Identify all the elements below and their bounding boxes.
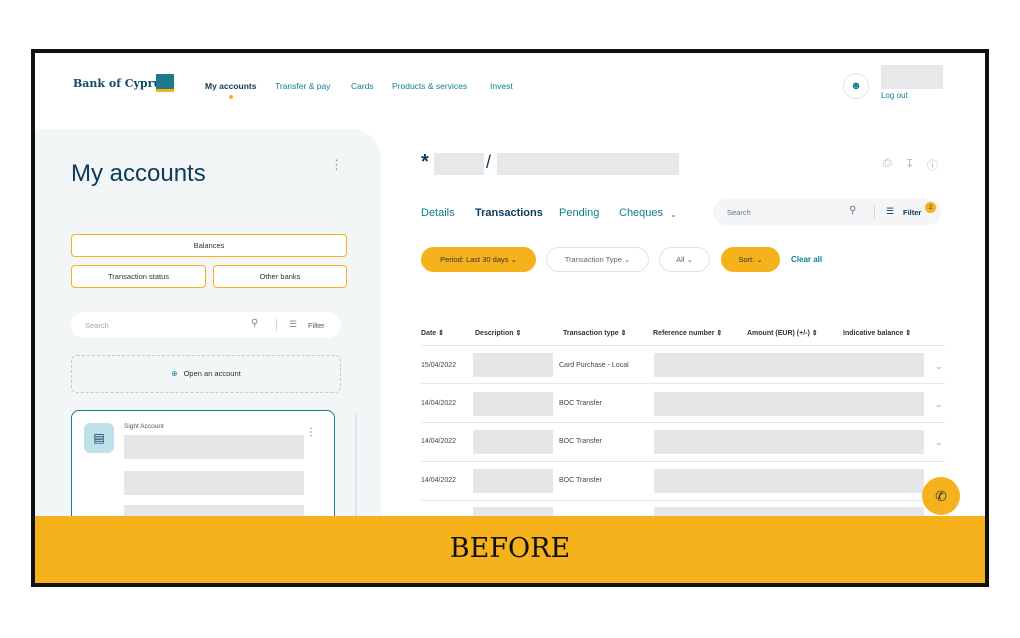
divider xyxy=(276,319,277,331)
before-banner: BEFORE xyxy=(35,516,985,583)
sort-pill[interactable]: Sort: ⌄ xyxy=(721,247,780,272)
nav-my-accounts[interactable]: My accounts xyxy=(205,81,257,91)
sidebar-search-input[interactable]: Search ⚲ ☰ Filter xyxy=(71,312,341,338)
row-date: 14/04/2022 xyxy=(421,438,457,445)
column-description[interactable]: Description ⇕ xyxy=(475,329,521,337)
all-filter-pill[interactable]: All ⌄ xyxy=(659,247,710,272)
phone-icon: ✆ xyxy=(935,488,947,504)
account-name-placeholder xyxy=(124,435,304,459)
transaction-status-chip[interactable]: Transaction status xyxy=(71,265,206,288)
screenshot-frame: Bank of Cyprus My accounts Transfer & pa… xyxy=(31,49,989,587)
column-date[interactable]: Date ⇕ xyxy=(421,329,444,337)
row-transaction-type: BOC Transfer xyxy=(559,477,602,484)
row-transaction-type: BOC Transfer xyxy=(559,400,602,407)
filter-icon[interactable]: ☰ xyxy=(886,206,894,217)
transactions-search-input[interactable]: Search ⚲ ☰ Filter xyxy=(713,199,941,225)
before-label: BEFORE xyxy=(449,533,571,564)
account-card-title: Sight Account xyxy=(124,423,164,430)
nav-products-services[interactable]: Products & services xyxy=(392,81,467,91)
transaction-type-filter-pill[interactable]: Transaction Type ⌄ xyxy=(546,247,649,272)
transactions-search-placeholder: Search xyxy=(727,208,751,217)
row-date: 14/04/2022 xyxy=(421,400,457,407)
account-number-placeholder xyxy=(434,153,484,175)
table-row-divider xyxy=(421,422,945,423)
other-banks-chip[interactable]: Other banks xyxy=(213,265,347,288)
row-description-placeholder xyxy=(473,430,553,454)
plus-circle-icon: ⊕ xyxy=(171,369,178,378)
account-name-placeholder xyxy=(497,153,679,175)
help-icon[interactable]: ⓘ xyxy=(927,157,938,173)
download-icon[interactable]: ↧ xyxy=(905,157,914,170)
period-filter-label: Period: Last 30 days xyxy=(440,255,509,264)
filter-icon[interactable]: ☰ xyxy=(289,319,297,330)
divider xyxy=(874,206,875,218)
row-description-placeholder xyxy=(473,353,553,377)
tab-pending[interactable]: Pending xyxy=(559,207,599,219)
transactions-filter-label[interactable]: Filter xyxy=(903,208,921,217)
nav-invest[interactable]: Invest xyxy=(490,81,513,91)
nav-cards[interactable]: Cards xyxy=(351,81,374,91)
row-transaction-type: BOC Transfer xyxy=(559,438,602,445)
bank-logo-icon[interactable] xyxy=(156,74,174,92)
sidebar-title: My accounts xyxy=(71,160,206,187)
account-number-prefix: * xyxy=(421,151,429,173)
row-date: 15/04/2022 xyxy=(421,362,457,369)
account-card-icon: ▤ xyxy=(84,423,114,453)
table-row-divider xyxy=(421,383,945,384)
sidebar-search-placeholder: Search xyxy=(85,321,109,330)
open-account-label: Open an account xyxy=(183,369,241,378)
table-row-divider xyxy=(421,461,945,462)
column-indicative-balance[interactable]: Indicative balance ⇕ xyxy=(843,329,911,337)
tab-transactions[interactable]: Transactions xyxy=(475,207,543,219)
logout-link[interactable]: Log out xyxy=(881,91,908,100)
chevron-down-icon[interactable]: ⌄ xyxy=(670,210,677,219)
tab-cheques[interactable]: Cheques xyxy=(619,207,663,219)
sidebar-more-icon[interactable]: ⋮ xyxy=(330,157,343,173)
row-values-placeholder xyxy=(654,430,924,454)
filter-count-badge: 2 xyxy=(925,202,936,213)
expand-row-icon[interactable]: ⌄ xyxy=(935,399,943,410)
sidebar-filter-label[interactable]: Filter xyxy=(308,321,325,330)
user-name-placeholder xyxy=(881,65,943,89)
expand-row-icon[interactable]: ⌄ xyxy=(935,361,943,372)
bank-logo-text[interactable]: Bank of Cyprus xyxy=(73,77,168,90)
column-reference-number[interactable]: Reference number ⇕ xyxy=(653,329,722,337)
row-date: 14/04/2022 xyxy=(421,477,457,484)
column-transaction-type[interactable]: Transaction type ⇕ xyxy=(563,329,626,337)
search-icon[interactable]: ⚲ xyxy=(251,318,258,329)
account-balance-placeholder xyxy=(124,471,304,495)
user-profile-icon[interactable]: ☻ xyxy=(843,73,869,99)
nav-transfer-pay[interactable]: Transfer & pay xyxy=(275,81,330,91)
clear-all-link[interactable]: Clear all xyxy=(791,255,822,264)
period-filter-pill[interactable]: Period: Last 30 days ⌄ xyxy=(421,247,536,272)
accounts-sidebar: My accounts ⋮ Balances Transaction statu… xyxy=(35,129,381,553)
row-values-placeholder xyxy=(654,469,924,493)
active-nav-indicator xyxy=(229,95,233,99)
column-amount[interactable]: Amount (EUR) (+/-) ⇕ xyxy=(747,329,818,337)
call-support-button[interactable]: ✆ xyxy=(922,477,960,515)
expand-row-icon[interactable]: ⌄ xyxy=(935,437,943,448)
account-card-more-icon[interactable]: ⋮ xyxy=(306,427,316,438)
search-icon[interactable]: ⚲ xyxy=(849,205,856,216)
row-description-placeholder xyxy=(473,469,553,493)
row-values-placeholder xyxy=(654,353,924,377)
row-values-placeholder xyxy=(654,392,924,416)
balances-chip[interactable]: Balances xyxy=(71,234,347,257)
row-values-placeholder xyxy=(654,507,924,516)
sort-label: Sort: xyxy=(738,255,755,264)
open-account-button[interactable]: ⊕ Open an account xyxy=(71,355,341,393)
print-icon[interactable]: ⎙ xyxy=(883,157,892,170)
table-divider xyxy=(421,345,945,346)
table-row-divider xyxy=(421,500,945,501)
all-filter-label: All xyxy=(676,255,685,264)
row-description-placeholder xyxy=(473,392,553,416)
tab-details[interactable]: Details xyxy=(421,207,455,219)
row-description-placeholder xyxy=(473,507,553,516)
transaction-type-filter-label: Transaction Type xyxy=(564,255,622,264)
top-navigation-bar: Bank of Cyprus My accounts Transfer & pa… xyxy=(35,53,985,125)
account-separator: / xyxy=(486,152,492,172)
row-transaction-type: Card Purchase - Local xyxy=(559,362,629,369)
